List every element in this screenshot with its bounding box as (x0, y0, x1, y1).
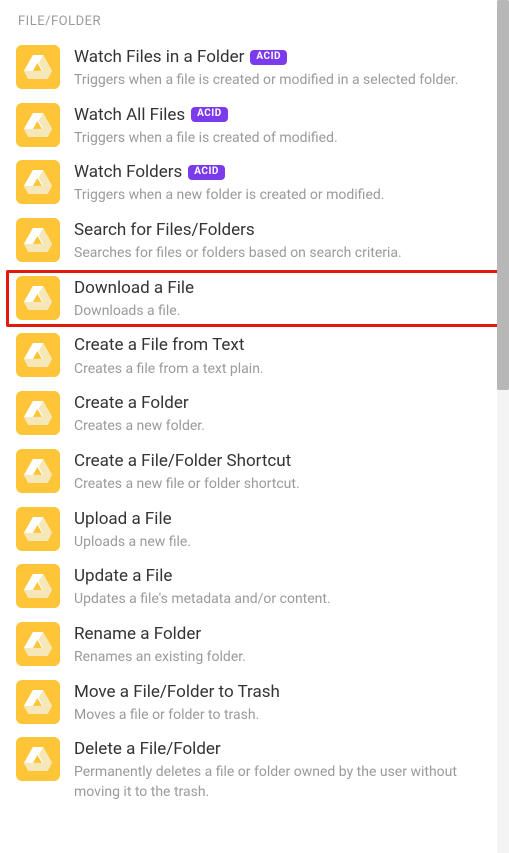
module-title: Rename a Folder (74, 623, 201, 645)
acid-badge: ACID (188, 165, 225, 180)
module-desc: Updates a file's metadata and/or content… (74, 590, 493, 610)
module-desc: Creates a new folder. (74, 417, 493, 437)
module-text: Upload a File Uploads a new file. (74, 507, 493, 553)
module-item[interactable]: Rename a Folder Renames an existing folde… (6, 616, 503, 674)
module-icon (16, 218, 60, 262)
module-title: Move a File/Folder to Trash (74, 681, 280, 703)
module-title: Update a File (74, 565, 172, 587)
acid-badge: ACID (191, 107, 228, 122)
google-drive-icon (23, 630, 53, 658)
module-picker-panel: FILE/FOLDER Watch Files in a Folder ACID T… (0, 0, 509, 853)
module-icon (16, 333, 60, 377)
module-title: Delete a File/Folder (74, 738, 221, 760)
module-desc: Moves a file or folder to trash. (74, 706, 493, 726)
scrollbar-thumb[interactable] (497, 0, 509, 390)
google-drive-icon (23, 399, 53, 427)
module-title-line: Watch Files in a Folder ACID (74, 45, 493, 68)
google-drive-icon (23, 457, 53, 485)
module-text: Rename a Folder Renames an existing folde… (74, 622, 493, 668)
module-title-line: Upload a File (74, 507, 493, 530)
module-title: Watch Folders (74, 161, 182, 183)
module-title-line: Delete a File/Folder (74, 737, 493, 760)
module-text: Search for Files/Folders Searches for fil… (74, 218, 493, 264)
module-desc: Uploads a new file. (74, 533, 493, 553)
section-header: FILE/FOLDER (0, 0, 509, 39)
module-text: Create a File from Text Creates a file fr… (74, 333, 493, 379)
acid-badge: ACID (250, 50, 287, 65)
module-text: Move a File/Folder to Trash Moves a file … (74, 680, 493, 726)
google-drive-icon (23, 688, 53, 716)
google-drive-icon (23, 168, 53, 196)
module-item[interactable]: Create a Folder Creates a new folder. (6, 385, 503, 443)
module-item[interactable]: Delete a File/Folder Permanently deletes … (6, 731, 503, 808)
module-desc: Renames an existing folder. (74, 648, 493, 668)
module-icon (16, 391, 60, 435)
module-text: Update a File Updates a file's metadata a… (74, 564, 493, 610)
module-icon (16, 507, 60, 551)
google-drive-icon (23, 111, 53, 139)
module-text: Create a Folder Creates a new folder. (74, 391, 493, 437)
module-title-line: Rename a Folder (74, 622, 493, 645)
module-title: Watch Files in a Folder (74, 46, 244, 68)
module-text: Delete a File/Folder Permanently deletes … (74, 737, 493, 802)
google-drive-icon (23, 341, 53, 369)
module-item[interactable]: Search for Files/Folders Searches for fil… (6, 212, 503, 270)
module-item[interactable]: Upload a File Uploads a new file. (6, 501, 503, 559)
module-icon (16, 160, 60, 204)
module-desc: Triggers when a new folder is created or… (74, 186, 493, 206)
module-item[interactable]: Watch All Files ACID Triggers when a file … (6, 97, 503, 155)
module-text: Watch Files in a Folder ACID Triggers when… (74, 45, 493, 91)
module-title: Create a Folder (74, 392, 189, 414)
module-item[interactable]: Move a File/Folder to Trash Moves a file … (6, 674, 503, 732)
module-desc: Searches for files or folders based on s… (74, 244, 493, 264)
module-icon (16, 680, 60, 724)
module-item[interactable]: Create a File from Text Creates a file fr… (6, 327, 503, 385)
module-title: Search for Files/Folders (74, 219, 255, 241)
module-title-line: Create a Folder (74, 391, 493, 414)
google-drive-icon (23, 745, 53, 773)
module-desc: Creates a new file or folder shortcut. (74, 475, 493, 495)
module-item[interactable]: Update a File Updates a file's metadata a… (6, 558, 503, 616)
module-desc: Permanently deletes a file or folder own… (74, 763, 493, 802)
module-title-line: Search for Files/Folders (74, 218, 493, 241)
module-text: Create a File/Folder Shortcut Creates a n… (74, 449, 493, 495)
module-desc: Creates a file from a text plain. (74, 360, 493, 380)
module-desc: Triggers when a file is created of modif… (74, 129, 493, 149)
module-title-line: Create a File/Folder Shortcut (74, 449, 493, 472)
module-title: Create a File/Folder Shortcut (74, 450, 291, 472)
module-desc: Downloads a file. (74, 302, 493, 322)
module-title-line: Move a File/Folder to Trash (74, 680, 493, 703)
module-title-line: Watch Folders ACID (74, 160, 493, 183)
module-title-line: Download a File (74, 276, 493, 299)
module-icon (16, 276, 60, 320)
module-list: Watch Files in a Folder ACID Triggers when… (0, 39, 509, 815)
module-text: Watch All Files ACID Triggers when a file … (74, 103, 493, 149)
google-drive-icon (23, 515, 53, 543)
module-item[interactable]: Watch Folders ACID Triggers when a new fol… (6, 154, 503, 212)
google-drive-icon (23, 226, 53, 254)
module-icon (16, 622, 60, 666)
module-text: Watch Folders ACID Triggers when a new fol… (74, 160, 493, 206)
module-item[interactable]: Create a File/Folder Shortcut Creates a n… (6, 443, 503, 501)
google-drive-icon (23, 53, 53, 81)
module-title: Upload a File (74, 508, 172, 530)
module-desc: Triggers when a file is created or modif… (74, 71, 493, 91)
google-drive-icon (23, 572, 53, 600)
module-title-line: Watch All Files ACID (74, 103, 493, 126)
module-title-line: Update a File (74, 564, 493, 587)
module-icon (16, 45, 60, 89)
module-item[interactable]: Download a File Downloads a file. (6, 270, 503, 328)
module-icon (16, 737, 60, 781)
module-title: Create a File from Text (74, 334, 244, 356)
module-title-line: Create a File from Text (74, 333, 493, 356)
module-title: Watch All Files (74, 104, 185, 126)
module-icon (16, 564, 60, 608)
module-icon (16, 103, 60, 147)
google-drive-icon (23, 284, 53, 312)
module-item[interactable]: Watch Files in a Folder ACID Triggers when… (6, 39, 503, 97)
module-title: Download a File (74, 277, 194, 299)
module-icon (16, 449, 60, 493)
module-text: Download a File Downloads a file. (74, 276, 493, 322)
